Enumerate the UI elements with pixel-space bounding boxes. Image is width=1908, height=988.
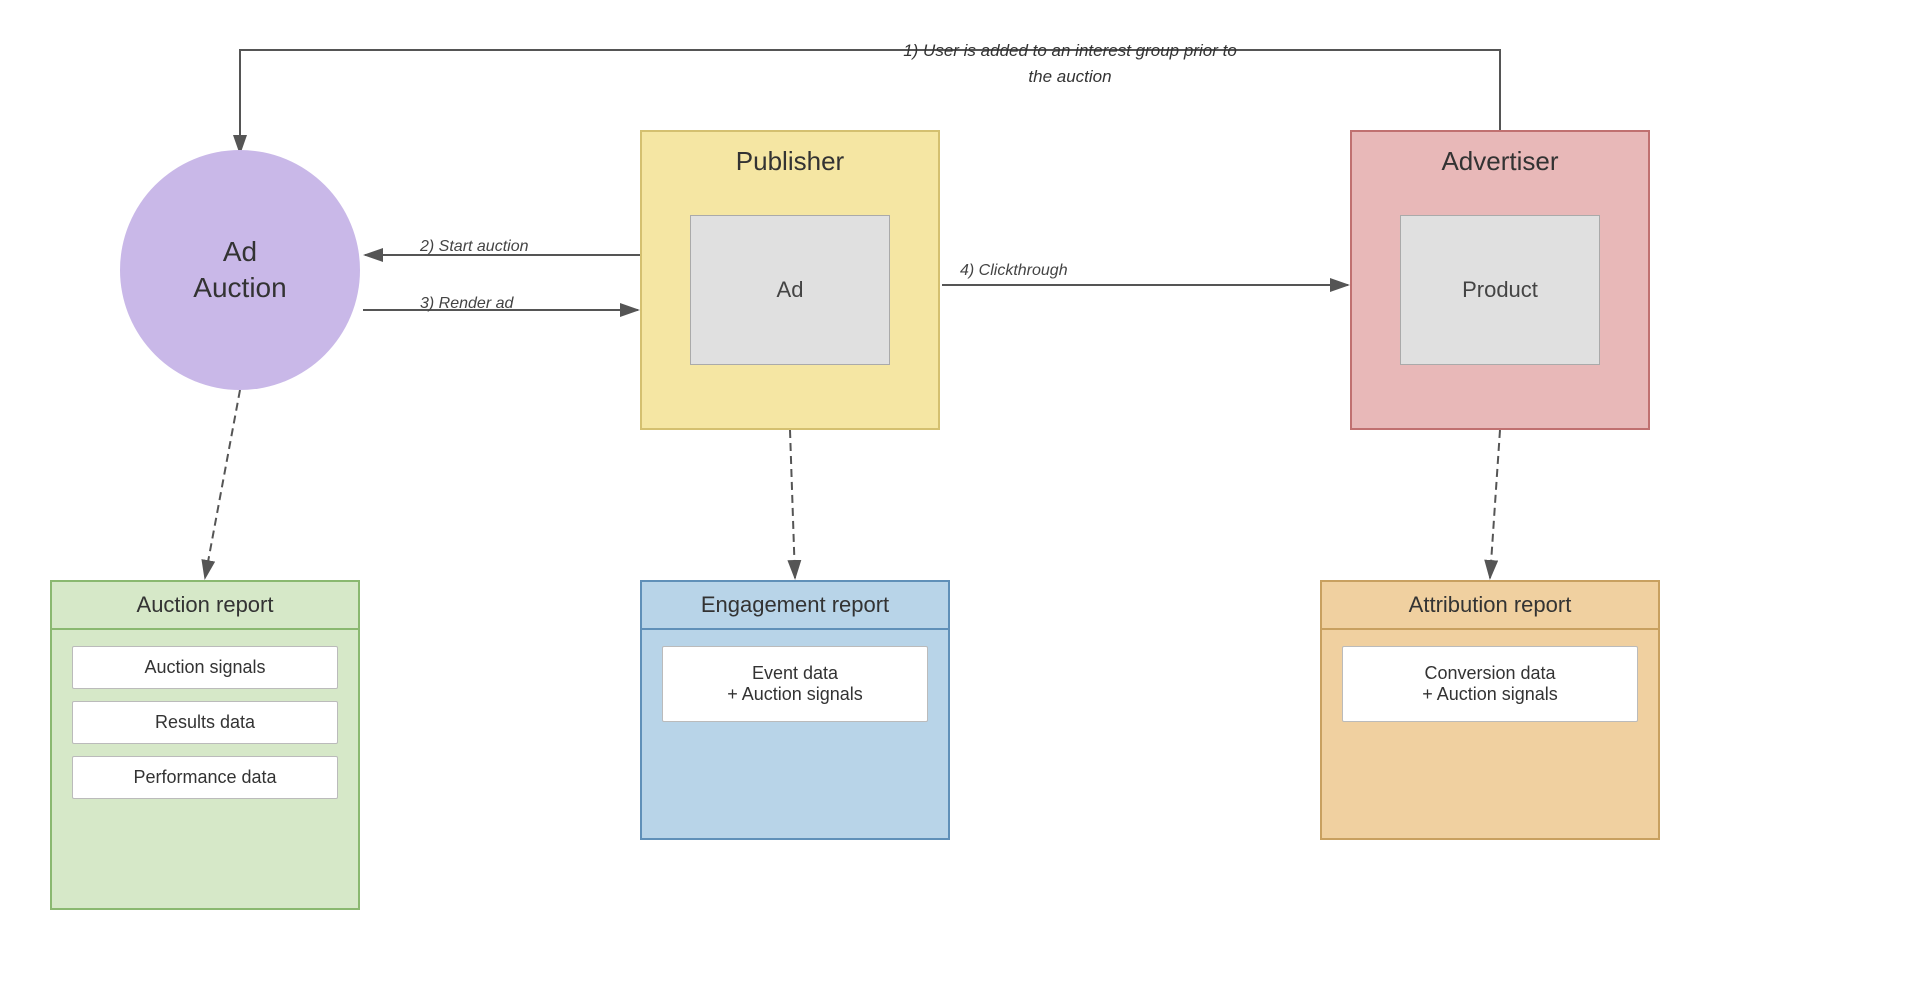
engagement-report: Engagement report Event data + Auction s… (640, 580, 950, 840)
engagement-report-title: Engagement report (642, 582, 948, 630)
auction-signals-item: Auction signals (72, 646, 338, 689)
auction-report-items: Auction signals Results data Performance… (52, 630, 358, 908)
render-ad-label: 3) Render ad (420, 295, 513, 313)
publisher-inner-box: Ad (690, 215, 890, 365)
ad-auction-node: Ad Auction (120, 150, 360, 390)
results-data-item: Results data (72, 701, 338, 744)
conversion-data-item: Conversion data + Auction signals (1342, 646, 1638, 722)
publisher-title: Publisher (642, 146, 938, 177)
diagram-container: 1) User is added to an interest group pr… (0, 0, 1908, 988)
engagement-report-items: Event data + Auction signals (642, 630, 948, 838)
auction-report: Auction report Auction signals Results d… (50, 580, 360, 910)
attribution-report-items: Conversion data + Auction signals (1322, 630, 1658, 838)
product-label: Product (1462, 277, 1538, 303)
advertiser-inner-box: Product (1400, 215, 1600, 365)
attribution-report-title: Attribution report (1322, 582, 1658, 630)
performance-data-item: Performance data (72, 756, 338, 799)
advertiser-title: Advertiser (1352, 146, 1648, 177)
event-data-item: Event data + Auction signals (662, 646, 928, 722)
ad-label: Ad (777, 277, 804, 303)
clickthrough-label: 4) Clickthrough (960, 262, 1068, 280)
ad-auction-label: Ad Auction (193, 234, 286, 307)
start-auction-label: 2) Start auction (420, 238, 529, 256)
attribution-report: Attribution report Conversion data + Auc… (1320, 580, 1660, 840)
auction-report-title: Auction report (52, 582, 358, 630)
advertiser-node: Advertiser Product (1350, 130, 1650, 430)
publisher-node: Publisher Ad (640, 130, 940, 430)
interest-group-note: 1) User is added to an interest group pr… (900, 38, 1240, 89)
